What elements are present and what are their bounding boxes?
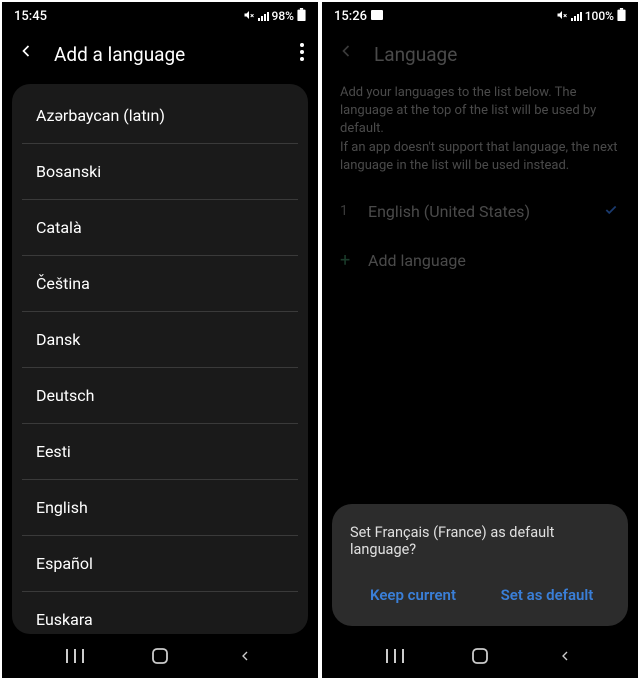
page-title: Add a language [54,43,282,66]
language-item[interactable]: Deutsch [22,368,298,424]
nav-recents[interactable] [360,649,430,663]
language-item[interactable]: Català [22,200,298,256]
battery-text: 100% [585,9,614,23]
language-list: 1 English (United States) + Add language [322,187,638,285]
keep-current-button[interactable]: Keep current [350,578,476,612]
back-icon [336,41,356,67]
language-item[interactable]: Español [22,536,298,592]
signal-icon [571,11,582,21]
status-time: 15:45 [14,9,47,24]
language-item[interactable]: Dansk [22,312,298,368]
status-bar: 15:26 100% [322,2,638,30]
screenshot-icon [371,9,383,24]
language-item[interactable]: English [22,480,298,536]
nav-back[interactable] [210,648,280,664]
language-row: 1 English (United States) [340,187,620,236]
nav-bar [322,634,638,678]
nav-home[interactable] [445,647,515,665]
description: Add your languages to the list below. Th… [322,78,638,187]
mute-icon [243,9,255,24]
right-screen: 15:26 100% Language Add your l [322,2,638,678]
nav-home[interactable] [125,647,195,665]
language-item[interactable]: Eesti [22,424,298,480]
row-index: 1 [340,203,350,219]
set-default-button[interactable]: Set as default [484,578,610,612]
language-item[interactable]: Bosanski [22,144,298,200]
back-icon[interactable] [16,41,36,67]
nav-bar [2,634,318,678]
battery-icon [617,8,626,24]
page-title: Language [374,43,624,66]
language-item[interactable]: Euskara [22,592,298,634]
description-line: If an app doesn't support that language,… [340,139,620,175]
mute-icon [556,9,568,24]
nav-back[interactable] [530,648,600,664]
dialog: Set Français (France) as default languag… [332,504,628,626]
status-bar: 15:45 98% [2,2,318,30]
row-language: English (United States) [368,202,584,221]
language-list: Azərbaycan (latın) Bosanski Català Češti… [12,84,308,634]
left-screen: 15:45 98% Add a language Azərbaycan (lat… [2,2,318,678]
check-icon [602,201,620,222]
battery-icon [297,8,306,24]
battery-text: 98% [272,9,294,23]
add-language-label: Add language [368,251,466,270]
dialog-buttons: Keep current Set as default [350,578,610,612]
language-item[interactable]: Čeština [22,256,298,312]
add-language-row: + Add language [340,236,620,285]
header: Language [322,30,638,78]
description-line: Add your languages to the list below. Th… [340,84,620,139]
more-icon[interactable] [300,42,304,66]
nav-recents[interactable] [40,649,110,663]
language-item[interactable]: Azərbaycan (latın) [22,84,298,144]
status-time: 15:26 [334,9,367,24]
signal-icon [258,11,269,21]
dialog-message: Set Français (France) as default languag… [350,524,610,558]
plus-icon: + [340,250,350,271]
header: Add a language [2,30,318,78]
